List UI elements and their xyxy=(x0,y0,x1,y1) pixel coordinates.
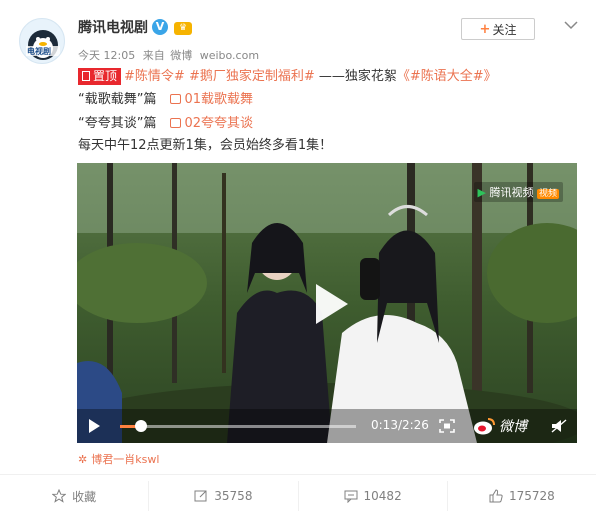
avatar[interactable]: 电视剧 xyxy=(19,18,65,64)
post-meta: 今天 12:05 来自 微博 weibo.com xyxy=(78,47,263,63)
follow-label: 关注 xyxy=(492,22,517,37)
weibo-logo-icon xyxy=(474,418,495,435)
repost-count: 35758 xyxy=(214,489,253,503)
play-icon[interactable] xyxy=(304,280,352,328)
hashtag-link[interactable]: 《#陈语大全#》 xyxy=(397,69,497,84)
star-icon xyxy=(52,489,67,503)
topic-icon: ✲ xyxy=(78,453,88,466)
verified-icon: V xyxy=(152,19,168,35)
watermark-text: 腾讯视频 xyxy=(489,186,534,199)
post-line-3: “夸夸其谈”篇 02夸夸其谈 xyxy=(78,115,253,133)
from-label: 来自 xyxy=(142,49,165,62)
divider xyxy=(0,474,596,475)
author-name[interactable]: 腾讯电视剧 xyxy=(78,17,148,37)
favorite-label: 收藏 xyxy=(72,489,97,504)
video-link[interactable]: 01载歌载舞 xyxy=(184,92,253,107)
video-watermark: ▶ 腾讯视频 视频 xyxy=(473,182,563,202)
weibo-watermark: 微博 xyxy=(473,416,527,436)
hashtag-link[interactable]: #鹅厂独家定制福利# xyxy=(189,69,315,84)
favorite-button[interactable]: 收藏 xyxy=(0,481,150,511)
plus-icon: + xyxy=(479,21,491,37)
video-time: 0:13/2:26 xyxy=(371,418,429,432)
fullscreen-icon[interactable] xyxy=(439,419,455,433)
topic-source[interactable]: ✲ 博君一肖kswl xyxy=(78,451,159,467)
top-badge-label: 置顶 xyxy=(93,69,118,83)
penguin-avatar-icon xyxy=(26,30,60,60)
comment-button[interactable]: 10482 xyxy=(299,481,448,511)
source-app[interactable]: 微博 xyxy=(170,49,192,62)
repost-icon xyxy=(194,490,207,502)
video-link[interactable]: 02夸夸其谈 xyxy=(184,116,253,131)
post-text: ——独家花絮 xyxy=(314,69,397,84)
like-button[interactable]: 175728 xyxy=(448,481,596,511)
member-crown-icon: ♛ xyxy=(174,22,192,35)
episode-label: “夸夸其谈”篇 xyxy=(78,116,157,131)
thumbs-up-icon xyxy=(489,489,503,503)
comment-icon xyxy=(344,490,358,503)
follow-button[interactable]: + 关注 xyxy=(461,18,535,40)
video-icon xyxy=(170,118,182,128)
repost-button[interactable]: 35758 xyxy=(149,481,299,511)
watermark-tag: 视频 xyxy=(536,189,559,199)
video-controls: 0:13/2:26 微博 xyxy=(77,409,577,443)
post-line-1: 置顶 #陈情令# #鹅厂独家定制福利# ——独家花絮《#陈语大全#》 xyxy=(78,68,497,86)
source-site[interactable]: weibo.com xyxy=(200,49,259,62)
top-badge: 置顶 xyxy=(78,68,122,85)
hashtag-link[interactable]: #陈情令# xyxy=(124,69,185,84)
post-line-4: 每天中午12点更新1集，会员始终多看1集！ xyxy=(78,138,333,153)
weibo-mark-text: 微博 xyxy=(499,419,527,435)
video-icon xyxy=(170,94,182,104)
comment-count: 10482 xyxy=(363,489,402,503)
avatar-text: 电视剧 xyxy=(27,47,51,56)
post-time[interactable]: 今天 12:05 xyxy=(78,49,135,62)
action-bar: 收藏 35758 10482 175728 xyxy=(0,481,596,511)
tencent-video-icon: ▶ xyxy=(477,186,486,199)
volume-mute-icon[interactable] xyxy=(551,419,567,433)
progress-track[interactable] xyxy=(120,420,356,432)
play-small-icon[interactable] xyxy=(86,418,102,434)
pin-icon xyxy=(82,71,90,81)
topic-source-label: 博君一肖kswl xyxy=(91,453,160,466)
video-player[interactable]: ▶ 腾讯视频 视频 0:13/2:26 微博 xyxy=(77,163,577,443)
episode-label: “载歌载舞”篇 xyxy=(78,92,157,107)
post-line-2: “载歌载舞”篇 01载歌载舞 xyxy=(78,91,253,109)
chevron-down-icon[interactable] xyxy=(560,14,582,36)
like-count: 175728 xyxy=(508,489,555,503)
